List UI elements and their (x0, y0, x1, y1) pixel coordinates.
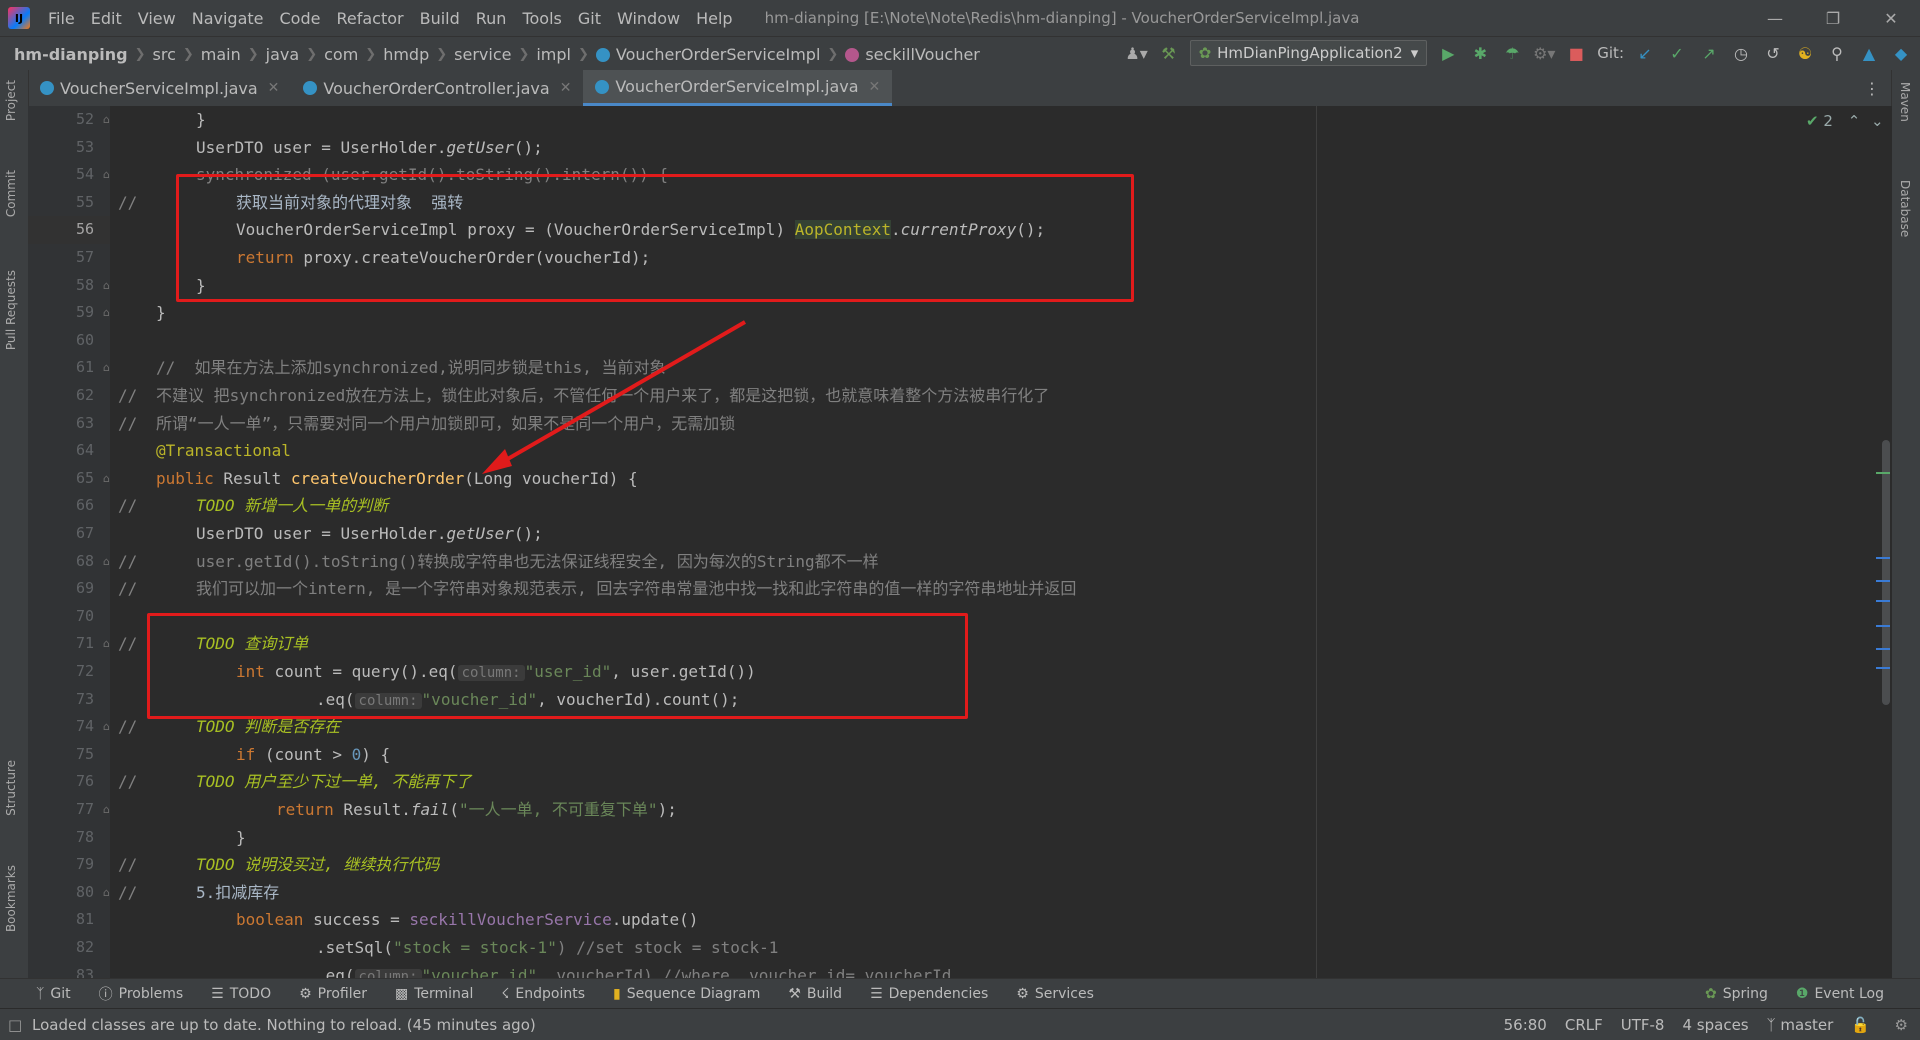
tool-terminal[interactable]: ▩ Terminal (381, 986, 487, 1002)
branch-icon: ᛉ (1766, 1015, 1781, 1034)
status-bar: □ Loaded classes are up to date. Nothing… (0, 1008, 1920, 1040)
endpoints-icon: ☇ (501, 986, 510, 1002)
tool-profiler[interactable]: ⚙ Profiler (285, 986, 381, 1002)
memory-indicator-icon[interactable]: ⚙ (1895, 1016, 1908, 1034)
caret-position[interactable]: 56:80 (1504, 1016, 1547, 1034)
annotation-arrow (482, 320, 746, 474)
tool-dependencies[interactable]: ☰ Dependencies (856, 986, 1002, 1002)
sequence-diagram-icon: ▮ (613, 986, 621, 1002)
dependencies-icon: ☰ (870, 986, 883, 1002)
terminal-icon: ▩ (394, 986, 409, 1002)
line-separator[interactable]: CRLF (1565, 1016, 1603, 1034)
git-branch-icon: ᛉ (36, 986, 45, 1002)
tool-build[interactable]: ⚒ Build (774, 986, 856, 1002)
toggle-tool-windows-icon[interactable]: □ (8, 1016, 22, 1034)
event-log-badge-icon: ❶ (1795, 986, 1809, 1002)
tool-window-bar: ᛉ Git ⓘ Problems ☰ TODO ⚙ Profiler ▩ Terminal… (0, 978, 1920, 1009)
tool-problems[interactable]: ⓘ Problems (85, 984, 198, 1004)
services-icon: ⚙ (1016, 986, 1029, 1002)
tool-todo[interactable]: ☰ TODO (197, 986, 285, 1002)
tool-event-log[interactable]: ❶ Event Log (1782, 986, 1920, 1002)
tool-spring[interactable]: ✿ Spring (1691, 986, 1782, 1002)
problems-icon: ⓘ (98, 987, 113, 1003)
status-message[interactable]: Loaded classes are up to date. Nothing t… (0, 1016, 536, 1034)
profiler-icon: ⚙ (299, 986, 312, 1002)
build-hammer-icon: ⚒ (788, 986, 801, 1002)
file-encoding[interactable]: UTF-8 (1621, 1016, 1665, 1034)
lock-icon[interactable]: 🔓 (1851, 1016, 1870, 1034)
indent-setting[interactable]: 4 spaces (1682, 1016, 1748, 1034)
git-branch[interactable]: ᛉ master (1767, 1016, 1834, 1034)
list-icon: ☰ (211, 986, 224, 1002)
tool-services[interactable]: ⚙ Services (1002, 986, 1108, 1002)
tool-sequence-diagram[interactable]: ▮ Sequence Diagram (599, 986, 774, 1002)
tool-git[interactable]: ᛉ Git (0, 986, 85, 1002)
tool-endpoints[interactable]: ☇ Endpoints (487, 986, 599, 1002)
spring-leaf-icon: ✿ (1704, 986, 1717, 1002)
